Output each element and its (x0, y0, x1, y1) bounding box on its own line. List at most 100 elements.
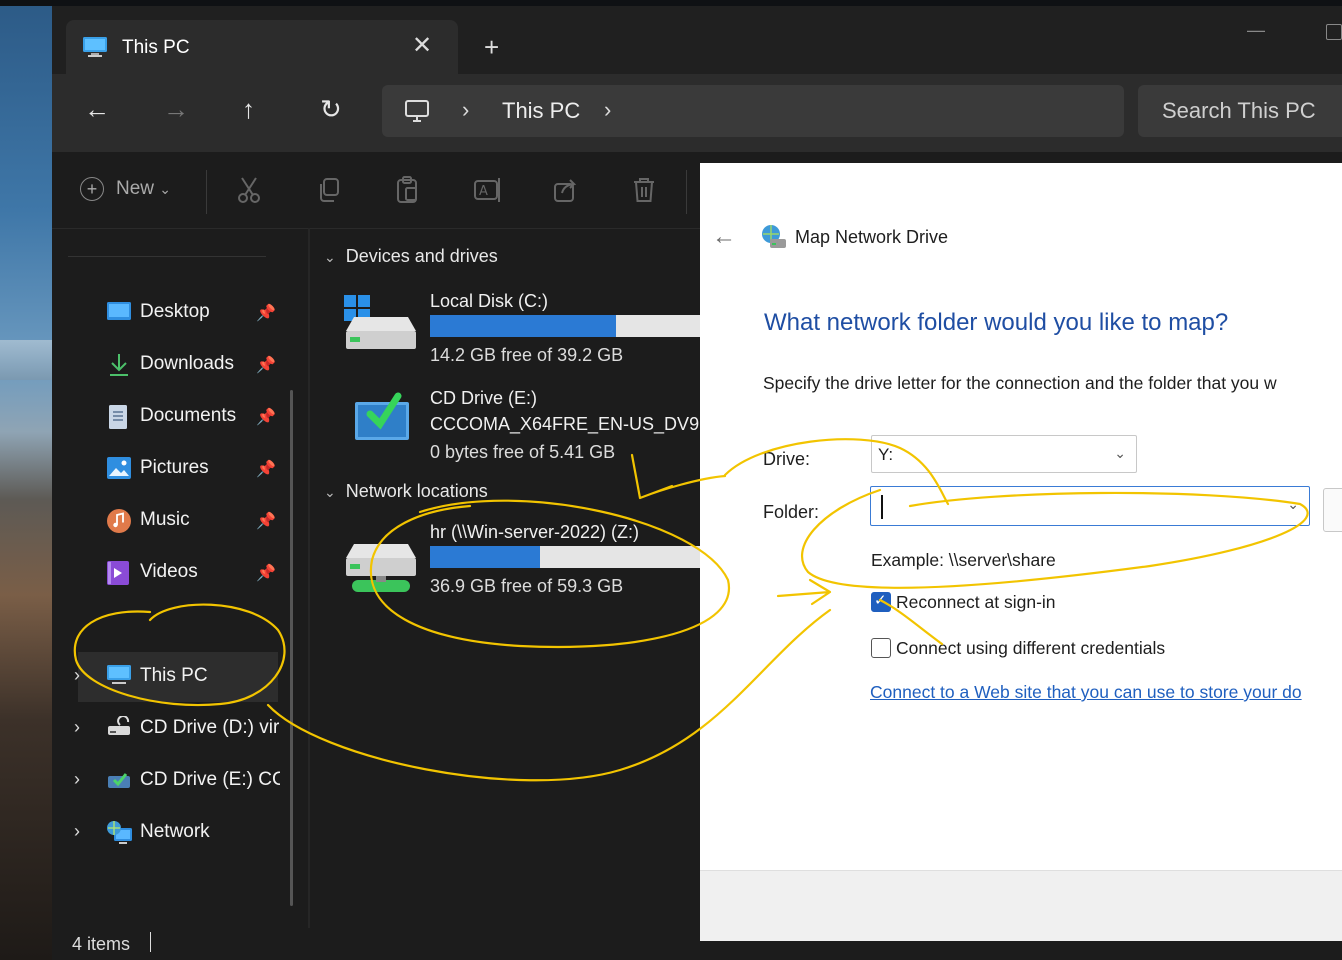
sidebar-item-label: Downloads (140, 353, 234, 374)
chevron-down-icon[interactable]: ⌄ (1287, 496, 1299, 513)
navigation-pane: Desktop 📌 Downloads 📌 Documents 📌 Pictur… (52, 228, 298, 928)
drive-label: Drive: (763, 449, 811, 469)
refresh-button[interactable]: ↻ (320, 94, 342, 125)
chevron-right-icon[interactable]: › (74, 769, 80, 790)
drive-name: Local Disk (C:) (430, 291, 549, 311)
sidebar-item-cd-drive-e[interactable]: › CD Drive (E:) CC (52, 756, 280, 806)
pin-icon[interactable]: 📌 (256, 563, 276, 583)
group-header-network[interactable]: ⌄ Network locations (324, 481, 488, 502)
drive-free-space: 0 bytes free of 5.41 GB (430, 442, 616, 462)
back-button[interactable]: ← (84, 94, 110, 125)
forward-button[interactable]: → (163, 94, 189, 125)
drive-network-z[interactable]: hr (\\Win-server-2022) (Z:) 36.9 GB free… (310, 522, 700, 602)
pin-icon[interactable]: 📌 (256, 355, 276, 375)
sidebar-item-label: CD Drive (E:) CC (140, 769, 280, 790)
close-tab-icon[interactable]: ✕ (412, 31, 432, 60)
chevron-right-icon[interactable]: › (74, 717, 80, 738)
sidebar-item-label: Documents (140, 405, 237, 426)
dialog-heading: What network folder would you like to ma… (764, 309, 1229, 336)
drive-usage-fill (430, 315, 616, 337)
cd-drive-icon (106, 768, 132, 795)
rename-icon[interactable]: A (473, 176, 503, 209)
item-count: 4 items (72, 934, 131, 954)
toolbar-divider (686, 170, 687, 214)
pin-icon[interactable]: 📌 (256, 303, 276, 323)
drive-usage-fill (430, 546, 541, 568)
delete-icon[interactable] (632, 176, 656, 209)
group-header-devices[interactable]: ⌄ Devices and drives (324, 246, 498, 267)
copy-icon[interactable] (316, 176, 342, 209)
reconnect-checkbox[interactable] (871, 591, 891, 612)
drive-letter-select[interactable]: Y: ⌄ (871, 435, 1137, 473)
drive-cd-e[interactable]: CD Drive (E:) CCCOMA_X64FRE_EN-US_DV9 0 … (310, 388, 700, 468)
drive-name: CD Drive (E:) (430, 388, 537, 408)
breadcrumb-this-pc[interactable]: This PC (502, 98, 580, 124)
pin-icon[interactable]: 📌 (256, 407, 276, 427)
drive-local-disk-c[interactable]: Local Disk (C:) 14.2 GB free of 39.2 GB (310, 291, 700, 371)
tab-this-pc[interactable]: This PC ✕ (66, 20, 458, 74)
sidebar-item-documents[interactable]: Documents 📌 (52, 392, 280, 442)
chevron-right-icon[interactable]: › (74, 821, 80, 842)
pin-icon[interactable]: 📌 (256, 511, 276, 531)
sidebar-item-downloads[interactable]: Downloads 📌 (52, 340, 280, 390)
sidebar-item-label: Videos (140, 561, 198, 582)
new-tab-button[interactable]: + (484, 32, 499, 63)
cut-icon[interactable] (236, 176, 262, 209)
text-cursor (881, 495, 883, 519)
navigation-pane-list: Desktop 📌 Downloads 📌 Documents 📌 Pictur… (52, 228, 280, 928)
plus-icon: + (80, 177, 104, 201)
document-icon (106, 404, 130, 435)
monitor-icon (82, 36, 108, 63)
dialog-title: Map Network Drive (795, 227, 949, 247)
paste-icon[interactable] (395, 176, 421, 209)
divider (68, 256, 266, 257)
folder-example: Example: \\server\share (871, 550, 1056, 570)
sidebar-item-this-pc[interactable]: › This PC (74, 652, 278, 702)
address-bar[interactable]: › This PC › (382, 85, 1124, 137)
group-header-label: Network locations (345, 481, 488, 501)
browse-button[interactable] (1323, 488, 1342, 532)
search-input[interactable]: Search This PC (1138, 85, 1342, 137)
credentials-checkbox[interactable] (871, 638, 891, 658)
new-label: New (116, 178, 155, 200)
file-list: ⌄ Devices and drives Local Disk (C:) 14.2… (310, 228, 700, 928)
pictures-icon (106, 456, 132, 485)
credentials-label[interactable]: Connect using different credentials (896, 638, 1165, 659)
navigation-pane-scrollbar[interactable] (290, 390, 293, 906)
sidebar-item-desktop[interactable]: Desktop 📌 (52, 288, 280, 338)
reconnect-label[interactable]: Reconnect at sign-in (896, 592, 1056, 613)
chevron-down-icon[interactable]: ⌄ (1114, 445, 1126, 462)
web-site-link[interactable]: Connect to a Web site that you can use t… (870, 682, 1302, 703)
sidebar-item-cd-drive-d[interactable]: › CD Drive (D:) vir (52, 704, 280, 754)
chevron-down-icon: ⌄ (324, 484, 336, 500)
folder-input[interactable]: ⌄ (870, 486, 1310, 526)
music-icon (106, 508, 132, 539)
share-icon[interactable] (552, 176, 580, 209)
dialog-footer (700, 870, 1342, 941)
minimize-button[interactable]: — (1247, 20, 1265, 41)
tab-title: This PC (122, 37, 190, 58)
back-button[interactable]: ← (712, 223, 736, 251)
sidebar-item-music[interactable]: Music 📌 (52, 496, 280, 546)
breadcrumb-separator[interactable]: › (604, 97, 611, 123)
group-header-label: Devices and drives (345, 246, 498, 266)
breadcrumb-separator[interactable]: › (462, 97, 469, 123)
title-bar: This PC ✕ + — (52, 6, 1342, 74)
sidebar-item-label: This PC (140, 665, 208, 686)
up-button[interactable]: ↑ (242, 94, 255, 125)
sidebar-item-videos[interactable]: Videos 📌 (52, 548, 280, 598)
drive-usage-bar (430, 315, 700, 337)
toolbar-divider (206, 170, 207, 214)
sidebar-item-label: Music (140, 509, 190, 530)
sidebar-item-pictures[interactable]: Pictures 📌 (52, 444, 280, 494)
maximize-button[interactable] (1326, 24, 1342, 40)
chevron-down-icon: ⌄ (324, 249, 336, 265)
network-icon (106, 820, 134, 851)
pin-icon[interactable]: 📌 (256, 459, 276, 479)
chevron-right-icon[interactable]: › (74, 665, 80, 686)
drive-free-space: 36.9 GB free of 59.3 GB (430, 576, 624, 596)
sidebar-item-label: Network (140, 821, 210, 842)
sidebar-item-network[interactable]: › Network (52, 808, 280, 858)
desktop-wallpaper (0, 0, 52, 960)
new-button[interactable]: + New ⌄ (80, 177, 171, 201)
